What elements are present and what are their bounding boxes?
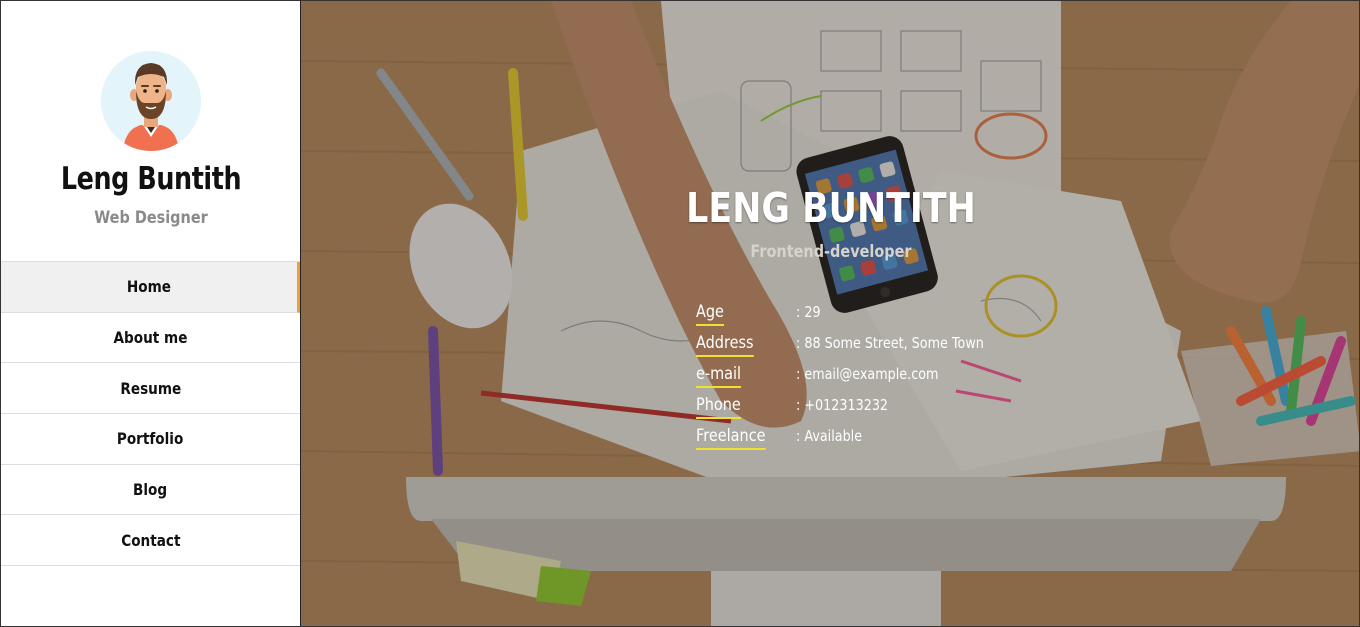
- hero-subtitle: Frontend-developer: [750, 242, 912, 262]
- info-value: : 29: [796, 303, 821, 321]
- nav-item-home[interactable]: Home: [1, 262, 300, 313]
- nav-item-blog[interactable]: Blog: [1, 465, 300, 516]
- info-row-address: Address : 88 Some Street, Some Town: [696, 332, 1016, 363]
- nav-item-portfolio[interactable]: Portfolio: [1, 414, 300, 465]
- sidebar-nav: Home About me Resume Portfolio Blog Cont…: [1, 261, 300, 567]
- nav-item-label: Contact: [120, 530, 181, 550]
- nav-item-label: Home: [126, 277, 172, 297]
- nav-item-about[interactable]: About me: [1, 313, 300, 364]
- info-value: : Available: [796, 427, 863, 445]
- hero-title: LENG BUNTITH: [686, 184, 976, 232]
- info-value: : 88 Some Street, Some Town: [796, 334, 984, 352]
- info-value: : email@example.com: [796, 365, 939, 383]
- info-row-freelance: Freelance : Available: [696, 425, 1016, 456]
- nav-item-label: About me: [113, 328, 188, 348]
- info-value: : +012313232: [796, 396, 889, 414]
- info-label: Phone: [696, 394, 741, 419]
- info-label: Freelance: [696, 425, 766, 450]
- profile-role: Web Designer: [94, 208, 208, 228]
- info-label: Age: [696, 301, 724, 326]
- info-row-phone: Phone : +012313232: [696, 394, 1016, 425]
- info-row-email: e-mail : email@example.com: [696, 363, 1016, 394]
- sidebar: Leng Buntith Web Designer Home About me …: [1, 1, 301, 626]
- personal-info-list: Age : 29 Address : 88 Some Street, Some …: [696, 301, 1016, 456]
- nav-item-label: Portfolio: [117, 429, 184, 449]
- nav-item-resume[interactable]: Resume: [1, 363, 300, 415]
- bearded-man-avatar-icon: [101, 51, 201, 151]
- avatar: [101, 51, 201, 151]
- nav-item-label: Blog: [133, 480, 168, 500]
- profile-name: Leng Buntith: [60, 161, 242, 197]
- hero-section: LENG BUNTITH Frontend-developer Age : 29…: [301, 1, 1359, 626]
- info-label: Address: [696, 332, 754, 357]
- nav-item-contact[interactable]: Contact: [1, 515, 300, 567]
- nav-item-label: Resume: [120, 378, 181, 398]
- info-row-age: Age : 29: [696, 301, 1016, 332]
- page-frame: Leng Buntith Web Designer Home About me …: [0, 0, 1360, 627]
- info-label: e-mail: [696, 363, 742, 388]
